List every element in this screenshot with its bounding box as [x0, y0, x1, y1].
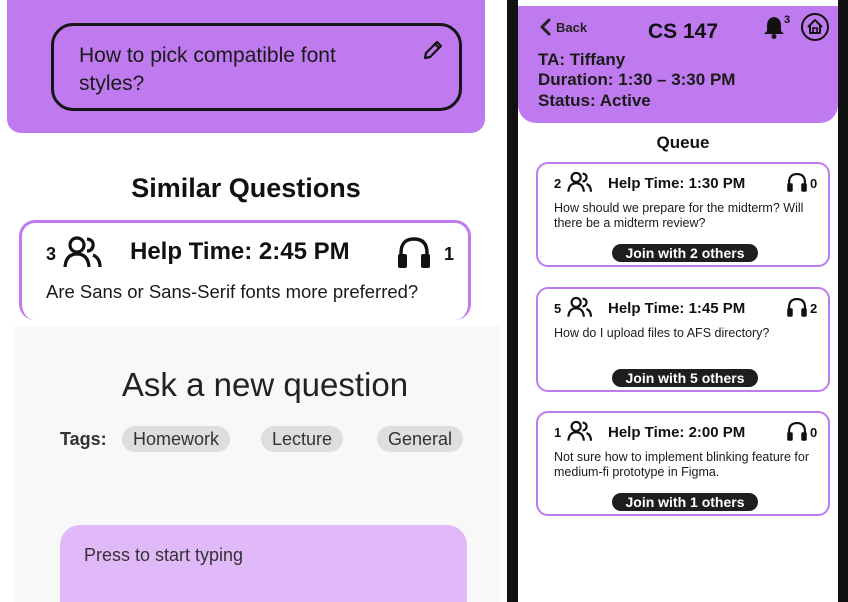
help-time: Help Time: 1:30 PM	[608, 175, 746, 192]
tag-lecture[interactable]: Lecture	[261, 426, 344, 452]
duration: Duration: 1:30 – 3:30 PM	[538, 70, 736, 89]
back-label: Back	[556, 20, 588, 35]
search-header: How to pick compatible font styles?	[7, 0, 485, 133]
people-icon	[567, 171, 593, 192]
ta-name: TA: Tiffany	[538, 50, 626, 69]
ta-count: 0	[810, 176, 818, 191]
question-search-box[interactable]: How to pick compatible font styles?	[51, 23, 462, 111]
people-icon	[567, 296, 593, 317]
question-input-box[interactable]: Press to start typing	[60, 525, 467, 602]
phone-bezel-left	[507, 0, 518, 602]
question-text: Not sure how to implement blinking featu…	[554, 450, 809, 479]
notification-count: 3	[784, 14, 791, 26]
pencil-icon[interactable]	[421, 38, 445, 62]
phone-bezel-right	[838, 0, 848, 602]
queue-card[interactable]: 5 Help Time: 1:45 PM 2 How do I upload f…	[536, 287, 830, 392]
similar-questions-section: Similar Questions 3 Help Time: 2:45 PM 1…	[7, 133, 485, 320]
people-count: 5	[554, 301, 562, 316]
queue-title: Queue	[656, 133, 710, 152]
people-count: 1	[554, 425, 562, 440]
ask-question-section: Ask a new question Tags: Homework Lectur…	[15, 326, 500, 602]
join-button[interactable]: Join with 2 others	[612, 244, 758, 262]
office-hours-header: Back CS 147 3 TA: Tiffany Duration: 1:30…	[518, 6, 838, 123]
people-icon	[567, 420, 593, 441]
question-text: How should we prepare for the midterm? W…	[554, 201, 804, 230]
home-icon[interactable]	[800, 12, 830, 42]
similar-questions-title: Similar Questions	[131, 173, 361, 203]
people-count: 2	[554, 176, 562, 191]
people-icon	[63, 236, 102, 268]
join-button[interactable]: Join with 1 others	[612, 493, 758, 511]
similar-question-card[interactable]: 3 Help Time: 2:45 PM 1 Are Sans or Sans-…	[19, 220, 471, 320]
help-time: Help Time: 1:45 PM	[608, 300, 746, 317]
headphones-icon	[787, 421, 807, 441]
queue-card[interactable]: 2 Help Time: 1:30 PM 0 How should we pre…	[536, 162, 830, 267]
search-text[interactable]: How to pick compatible font styles?	[79, 42, 399, 98]
ta-count: 0	[810, 425, 818, 440]
tags-label: Tags:	[60, 429, 107, 449]
queue-card[interactable]: 1 Help Time: 2:00 PM 0 Not sure how to i…	[536, 411, 830, 516]
ta-count: 1	[443, 244, 454, 264]
headphones-icon	[787, 297, 807, 317]
status: Status: Active	[538, 91, 651, 110]
ask-question-title: Ask a new question	[121, 366, 409, 403]
typing-placeholder[interactable]: Press to start typing	[84, 545, 243, 566]
similar-question-text: Are Sans or Sans-Serif fonts more prefer…	[46, 281, 419, 302]
course-title: CS 147	[648, 20, 719, 43]
help-time: Help Time: 2:45 PM	[130, 238, 350, 265]
chevron-left-icon	[540, 18, 551, 36]
tag-general[interactable]: General	[377, 426, 464, 452]
question-text: How do I upload files to AFS directory?	[554, 326, 770, 340]
bell-icon[interactable]	[763, 15, 785, 39]
people-count: 3	[46, 244, 57, 264]
tag-homework[interactable]: Homework	[122, 426, 231, 452]
help-time: Help Time: 2:00 PM	[608, 424, 746, 441]
card-header-row: 3 Help Time: 2:45 PM 1	[46, 235, 454, 269]
ta-count: 2	[810, 301, 818, 316]
join-button[interactable]: Join with 5 others	[612, 369, 758, 387]
headphones-icon	[787, 172, 807, 192]
headphones-icon	[398, 237, 430, 268]
